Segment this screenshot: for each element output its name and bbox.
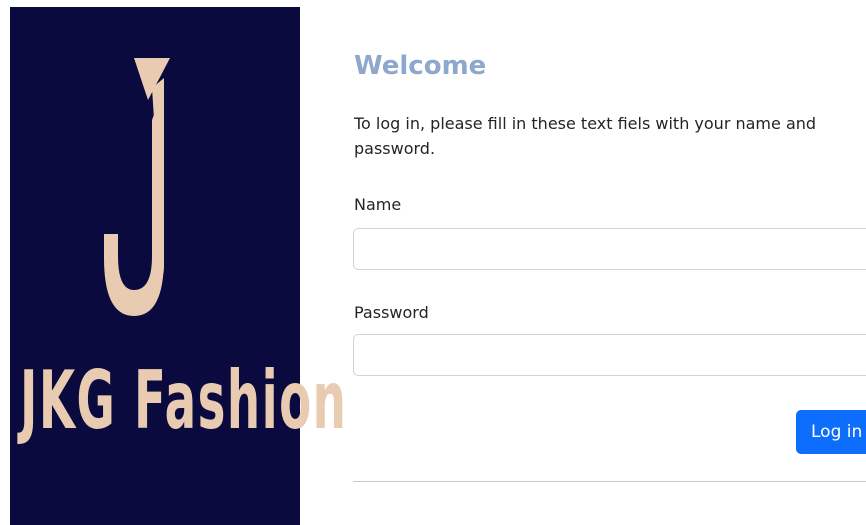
- divider: [353, 481, 866, 482]
- brand-name: JKG Fashion: [20, 355, 348, 448]
- name-input[interactable]: [353, 228, 866, 270]
- password-input[interactable]: [353, 334, 866, 376]
- name-label: Name: [354, 195, 402, 214]
- intro-text: To log in, please fill in these text fie…: [354, 114, 817, 158]
- brand-panel: JKG Fashion: [10, 7, 348, 525]
- login-button[interactable]: Log in: [796, 410, 866, 454]
- password-label: Password: [354, 303, 429, 322]
- page-title: Welcome: [354, 51, 487, 81]
- letter-j-logo-icon: [104, 58, 170, 316]
- login-form: Welcome To log in, please fill in these …: [353, 0, 866, 525]
